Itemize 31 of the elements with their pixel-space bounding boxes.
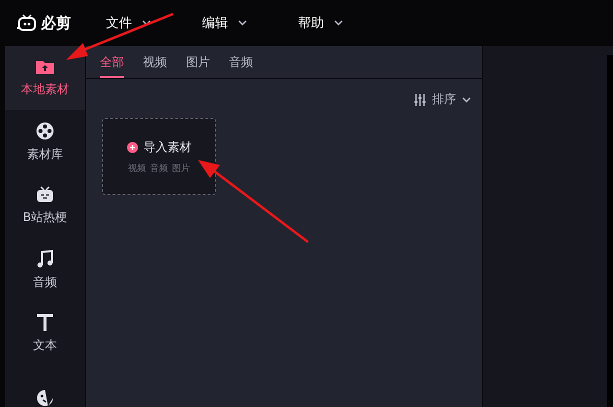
sort-button[interactable]: 排序 <box>414 91 471 108</box>
media-type-label: 图片 <box>172 162 190 174</box>
upload-folder-icon <box>35 58 55 74</box>
chevron-down-icon <box>142 20 151 26</box>
tv-face-icon <box>36 186 54 203</box>
tab[interactable]: 图片 <box>186 46 210 78</box>
text-t-icon <box>37 314 53 331</box>
menu-button[interactable]: 帮助 <box>283 14 358 32</box>
sidebar-item[interactable]: 文本 <box>5 302 85 366</box>
sidebar-item[interactable]: 本地素材 <box>5 46 85 110</box>
chevron-down-icon <box>334 20 343 26</box>
sliders-icon <box>414 94 426 106</box>
tv-logo-icon <box>16 14 38 32</box>
import-media-card[interactable]: 导入素材 视频 音频 图片 <box>102 118 216 195</box>
plus-circle-icon <box>126 142 138 152</box>
app-logo-text: 必剪 <box>41 14 71 32</box>
media-type-label: 音频 <box>150 162 168 174</box>
music-note-icon <box>37 250 53 268</box>
sidebar-item[interactable]: B站热梗 <box>5 174 85 238</box>
import-media-title: 导入素材 <box>144 138 192 156</box>
tab[interactable]: 音频 <box>229 46 253 78</box>
chevron-down-icon <box>462 96 471 102</box>
tab[interactable]: 视频 <box>143 46 167 78</box>
menu-button[interactable]: 编辑 <box>187 14 262 32</box>
chevron-down-icon <box>238 20 247 26</box>
tab[interactable]: 全部 <box>100 46 124 78</box>
menu-button[interactable]: 文件 <box>91 14 166 32</box>
film-reel-icon <box>36 122 54 140</box>
sidebar-item[interactable]: 素材库 <box>5 110 85 174</box>
sidebar-item[interactable]: 音频 <box>5 238 85 302</box>
media-type-label: 视频 <box>128 162 146 174</box>
